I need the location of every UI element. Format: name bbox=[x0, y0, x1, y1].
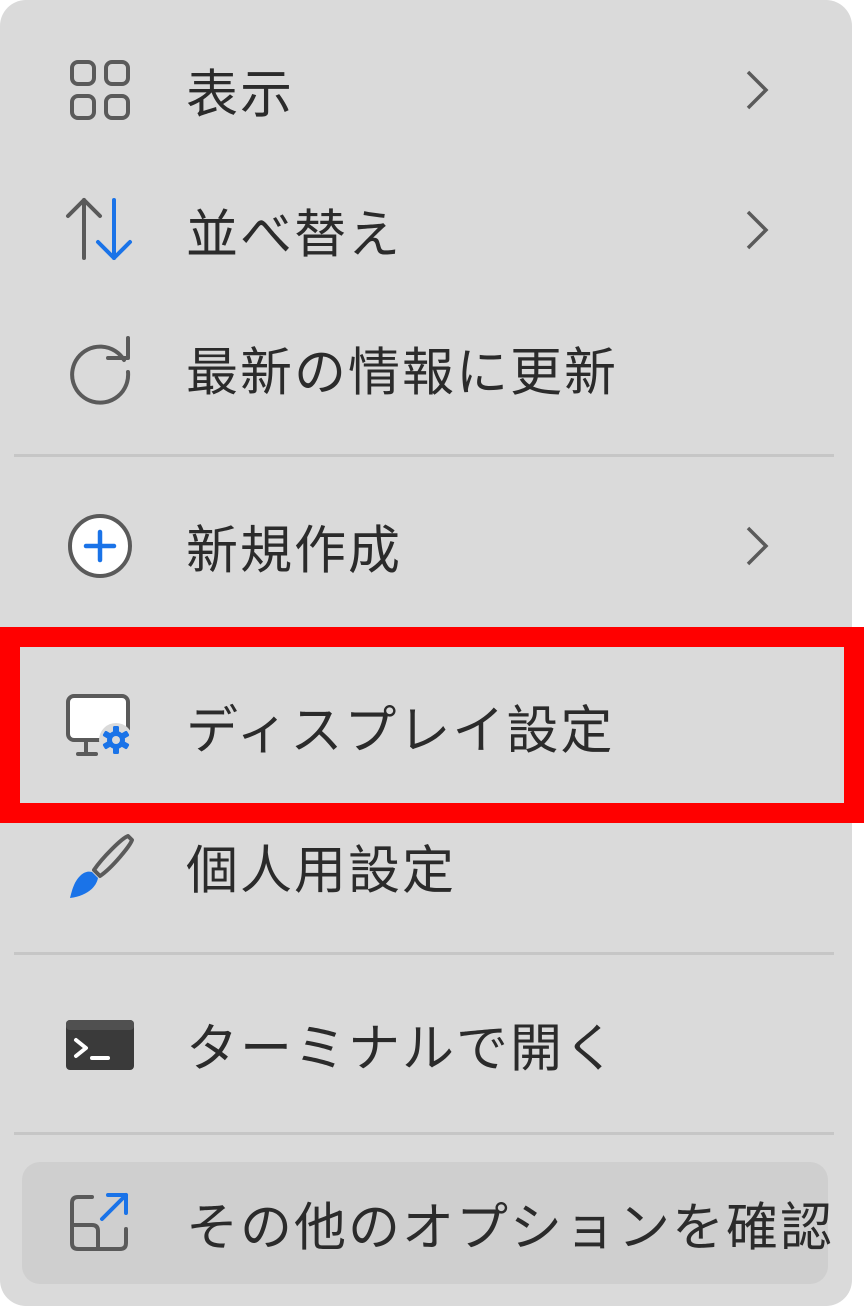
menu-item-open-terminal[interactable]: ターミナルで開く bbox=[0, 984, 852, 1104]
menu-item-new[interactable]: 新規作成 bbox=[0, 486, 852, 606]
menu-item-label: 個人用設定 bbox=[186, 841, 457, 902]
menu-separator bbox=[14, 952, 834, 955]
menu-item-label: ディスプレイ設定 bbox=[186, 701, 615, 762]
menu-item-view[interactable]: 表示 bbox=[0, 30, 852, 150]
chevron-right-icon bbox=[742, 524, 772, 568]
menu-item-label: その他のオプションを確認 bbox=[186, 1198, 835, 1259]
menu-separator bbox=[14, 1132, 834, 1135]
menu-item-label: 新規作成 bbox=[186, 521, 403, 582]
chevron-right-icon bbox=[742, 68, 772, 112]
menu-separator bbox=[14, 454, 834, 457]
menu-item-sort[interactable]: 並べ替え bbox=[0, 170, 852, 290]
menu-item-refresh[interactable]: 最新の情報に更新 bbox=[0, 308, 852, 428]
menu-item-label: 並べ替え bbox=[186, 205, 403, 266]
display-settings-icon bbox=[62, 688, 138, 764]
refresh-icon bbox=[62, 330, 138, 406]
paintbrush-icon bbox=[62, 828, 138, 904]
sort-arrows-icon bbox=[62, 192, 138, 268]
grid-view-icon bbox=[62, 52, 138, 128]
menu-item-display-settings[interactable]: ディスプレイ設定 bbox=[0, 666, 852, 786]
menu-item-more-options[interactable]: その他のオプションを確認 bbox=[0, 1163, 852, 1283]
more-options-icon bbox=[62, 1185, 138, 1261]
menu-item-label: ターミナルで開く bbox=[186, 1019, 619, 1080]
plus-circle-icon bbox=[62, 508, 138, 584]
menu-item-label: 最新の情報に更新 bbox=[186, 343, 619, 404]
terminal-icon bbox=[62, 1006, 138, 1082]
chevron-right-icon bbox=[742, 208, 772, 252]
menu-item-personalize[interactable]: 個人用設定 bbox=[0, 806, 852, 926]
context-menu: 表示 並べ替え 最新の情報に更新 新規作成 ディスプレイ設定 個人用設定 ターミ… bbox=[0, 0, 852, 1306]
menu-item-label: 表示 bbox=[186, 65, 295, 126]
